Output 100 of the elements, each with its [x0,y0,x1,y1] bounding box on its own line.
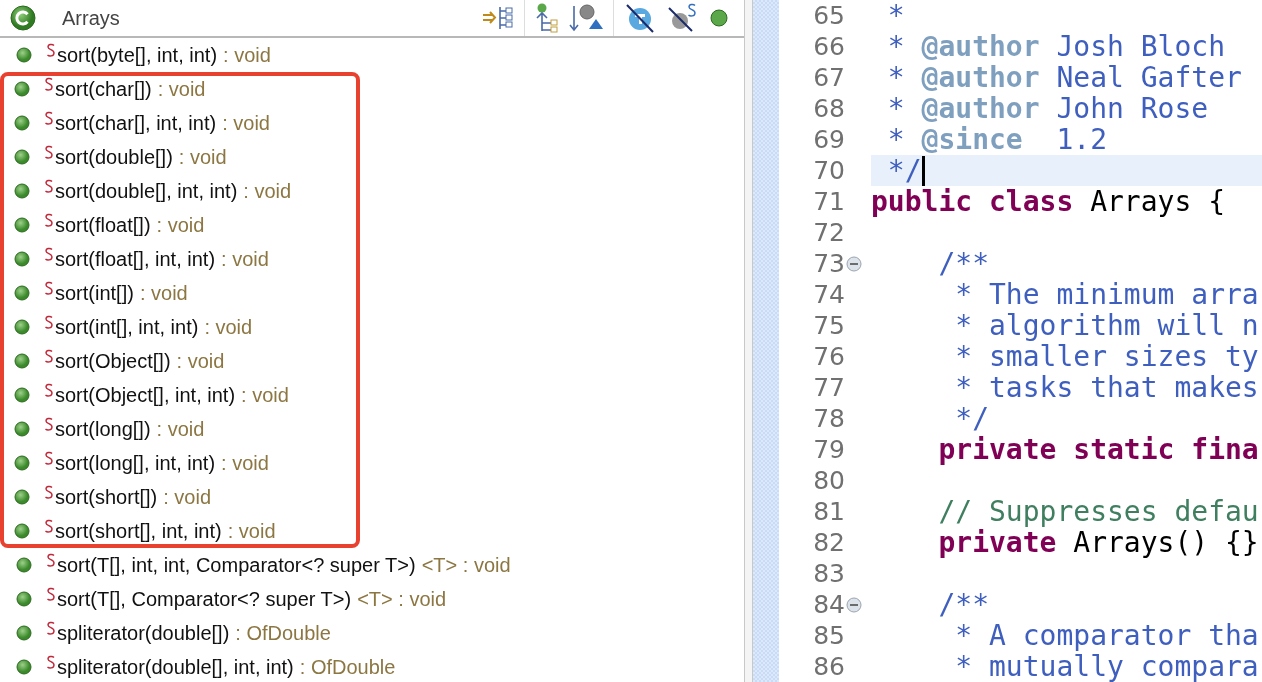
collapse-icon[interactable] [846,255,862,272]
return-type: : void [156,417,205,441]
method-icon [14,455,30,471]
method-name[interactable]: sort(double[], int, int) [55,179,238,203]
return-type: : void [243,179,292,203]
static-icon [46,43,56,57]
doc-comment: * [886,30,906,63]
return-type: <T> : void [357,587,447,611]
static-icon [44,349,54,363]
doc-tag: @author [921,92,1040,125]
method-name[interactable]: sort(byte[], int, int) [57,43,218,67]
method-icon [14,285,30,301]
static-icon [44,213,54,227]
return-type: : void [156,213,205,237]
doc-comment: * The minimum arra [954,278,1259,311]
doc-comment: 1.2 [1055,123,1108,156]
doc-comment: */ [886,154,922,187]
line-number: 85 [812,621,845,650]
line-number: 80 [812,466,845,495]
method-name[interactable]: spliterator(double[]) [57,621,230,645]
line-number: 69 [812,125,845,154]
method-name[interactable]: sort(Object[], int, int) [55,383,236,407]
hide-fields-icon[interactable] [624,2,656,34]
method-icon [16,625,32,641]
static-icon [44,451,54,465]
line-number: 86 [812,652,845,681]
return-type: : void [221,451,269,475]
doc-comment: * [886,123,906,156]
keyword: public class [871,185,1074,218]
line-number: 81 [812,497,845,526]
method-name[interactable]: sort(short[], int, int) [55,519,222,543]
doc-tag: @author [921,30,1040,63]
public-member-icon[interactable] [708,7,730,29]
line-number: 75 [812,311,845,340]
return-type: : void [176,349,225,373]
static-icon [44,77,54,91]
method-icon [14,115,30,131]
method-name[interactable]: sort(Object[]) [55,349,171,373]
code-comment: // Suppresses defau [937,495,1259,528]
method-name[interactable]: sort(long[], int, int) [55,451,216,475]
method-icon [14,149,30,165]
doc-comment: * smaller sizes ty [954,340,1259,373]
return-type: : void [227,519,276,543]
hierarchy-icon[interactable] [535,2,559,34]
method-icon [14,81,30,97]
static-icon [46,621,56,635]
return-type: : void [241,383,289,407]
static-icon [44,485,54,499]
text-cursor [921,155,925,186]
method-icon [14,489,30,505]
method-name[interactable]: sort(char[]) [55,77,152,101]
doc-comment: /** [937,247,989,280]
static-icon [46,655,56,669]
return-type: : void [139,281,188,305]
sort-icon[interactable] [569,2,603,34]
return-type: : void [178,145,227,169]
method-name[interactable]: sort(float[]) [55,213,151,237]
return-type: : OfDouble [235,621,331,645]
line-number: 66 [812,32,845,61]
method-name[interactable]: sort(long[]) [55,417,151,441]
doc-comment: * [886,92,906,125]
static-icon [46,553,56,567]
code-text: Arrays() {} [1073,526,1259,559]
outline-title: Arrays [62,6,120,30]
method-icon [14,523,30,539]
static-icon [44,281,54,295]
method-icon [16,557,32,573]
static-icon [46,587,56,601]
return-type: : void [163,485,212,509]
doc-comment: * [886,61,906,94]
method-name[interactable]: sort(char[], int, int) [55,111,217,135]
static-icon [44,383,54,397]
method-icon [14,353,30,369]
class-icon [10,5,36,31]
method-icon [14,251,30,267]
method-name[interactable]: sort(int[], int, int) [55,315,199,339]
line-number: 83 [812,559,845,588]
method-name[interactable]: sort(int[]) [55,281,134,305]
line-number: 79 [812,435,845,464]
method-name[interactable]: sort(T[], int, int, Comparator<? super T>) [57,553,416,577]
doc-comment: * tasks that makes [954,371,1259,404]
doc-comment: * A comparator tha [954,619,1259,652]
method-name[interactable]: sort(T[], Comparator<? super T>) [57,587,352,611]
hide-static-icon[interactable] [666,2,698,34]
method-icon [16,591,32,607]
line-number: 82 [812,528,845,557]
collapse-icon[interactable] [846,596,862,613]
static-icon [44,145,54,159]
static-icon [44,417,54,431]
method-icon [14,319,30,335]
return-type: : void [157,77,206,101]
keyword: private static fina [937,433,1259,466]
line-number: 68 [812,94,845,123]
method-name[interactable]: sort(short[]) [55,485,158,509]
return-type: : void [204,315,253,339]
method-name[interactable]: sort(double[]) [55,145,173,169]
method-name[interactable]: spliterator(double[], int, int) [57,655,294,679]
doc-tag: @since [921,123,1023,156]
line-number: 74 [812,280,845,309]
method-name[interactable]: sort(float[], int, int) [55,247,216,271]
